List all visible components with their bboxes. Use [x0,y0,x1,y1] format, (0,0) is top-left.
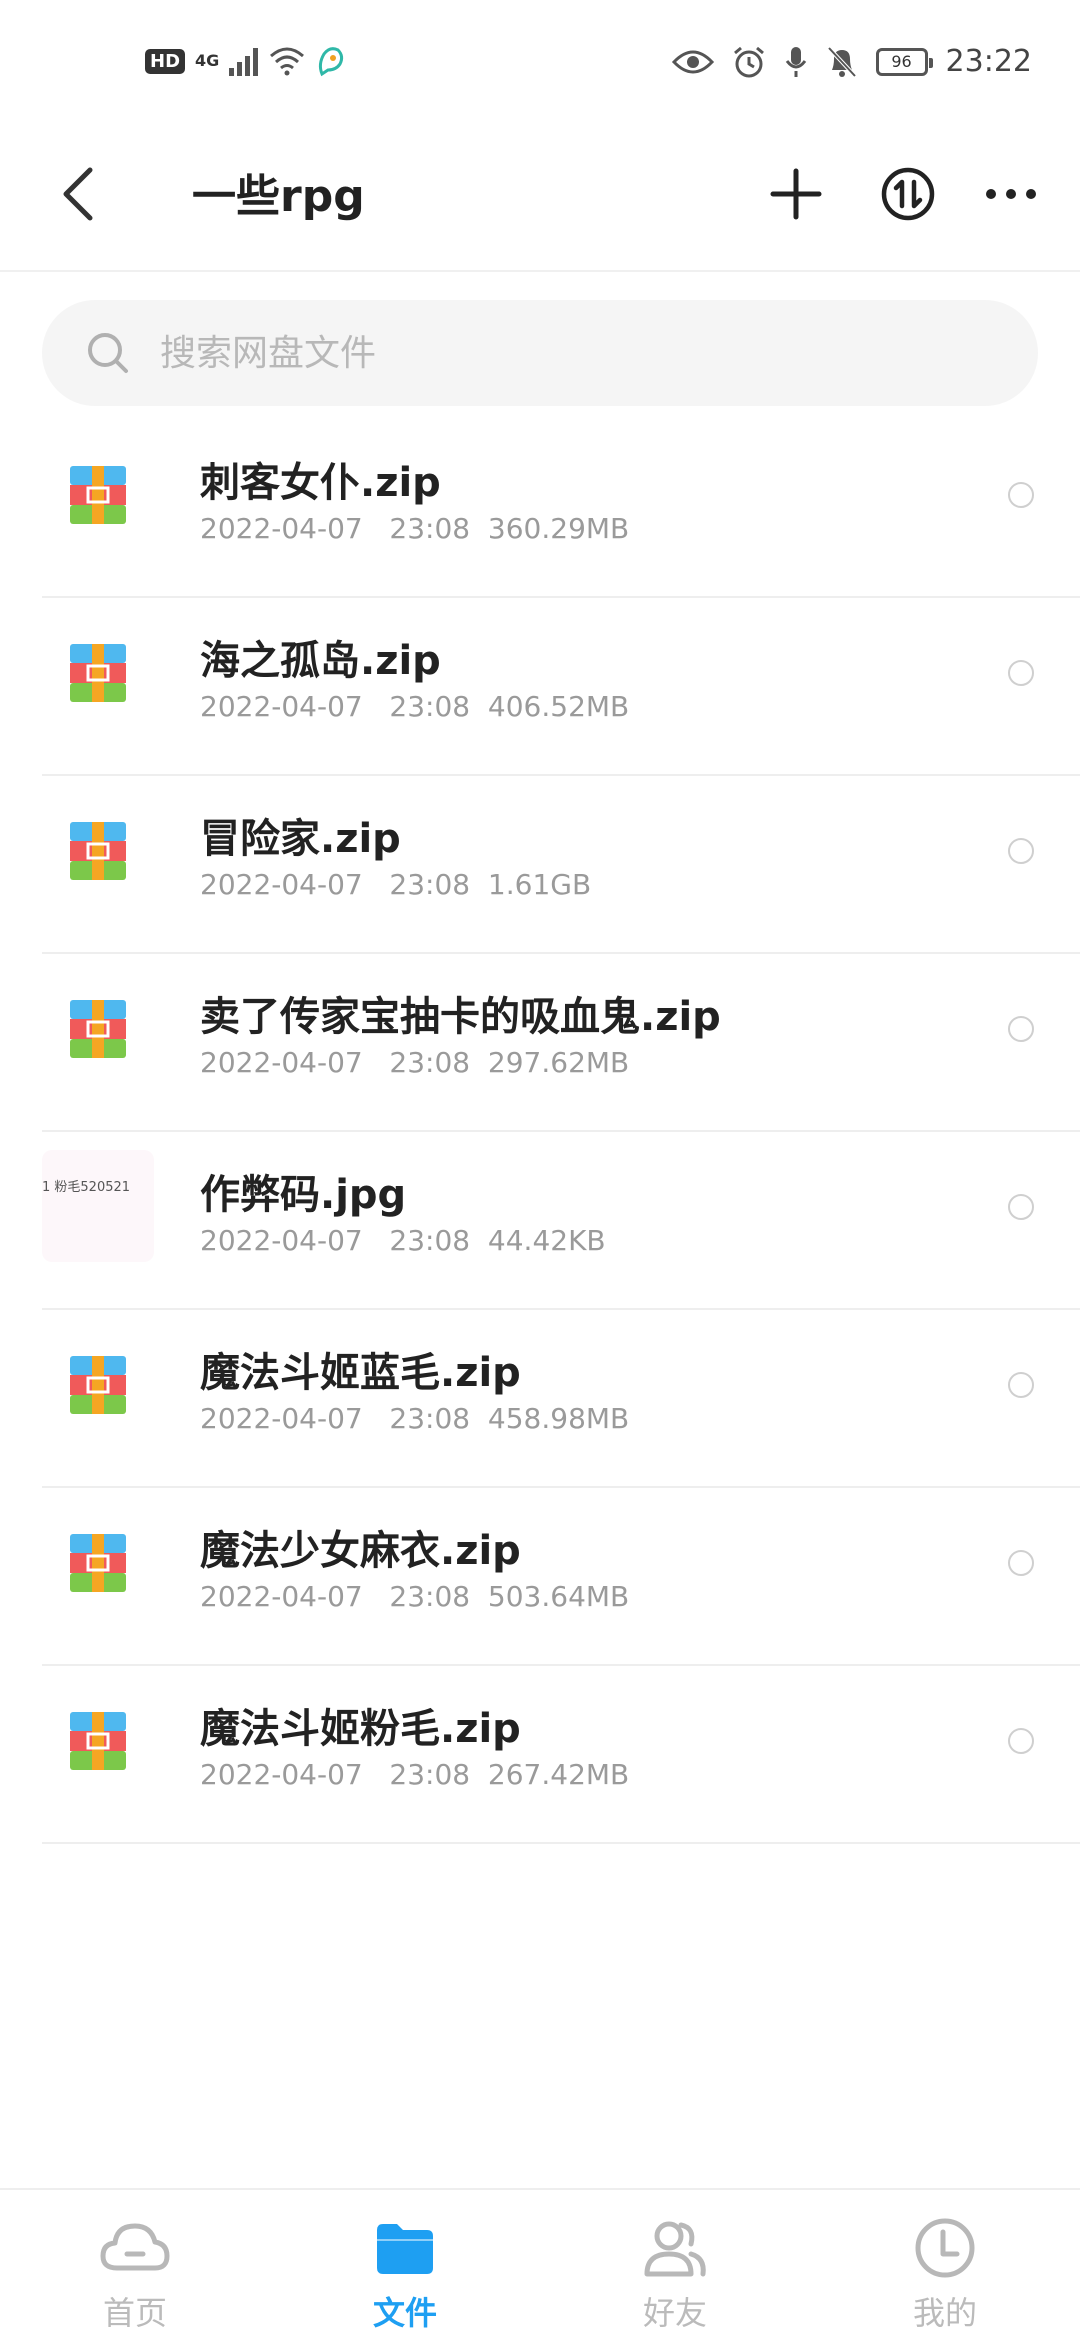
search-bar[interactable] [42,300,1038,406]
sort-button[interactable] [872,158,944,230]
eye-icon [671,50,714,73]
back-button[interactable] [50,158,110,228]
file-meta: 2022-04-07 23:08 458.98MB [200,1402,630,1435]
file-row[interactable]: 魔法斗姬粉毛.zip 2022-04-07 23:08 267.42MB [42,1666,1080,1844]
status-right: 96 23:22 [671,44,1032,79]
mute-bell-icon [827,46,856,77]
zip-archive-icon [70,1712,126,1770]
page-title: 一些rpg [192,171,365,222]
select-radio[interactable] [1008,1372,1034,1398]
file-row[interactable]: 1 粉毛520521 作弊码.jpg 2022-04-07 23:08 44.42K… [42,1132,1080,1310]
file-name: 海之孤岛.zip [200,638,441,684]
top-bar: 一些rpg [0,130,1080,272]
file-meta: 2022-04-07 23:08 406.52MB [200,690,630,723]
folder-icon [377,2224,433,2274]
cloud-icon [100,2223,170,2271]
signal-icon [229,46,259,76]
file-row[interactable]: 刺客女仆.zip 2022-04-07 23:08 360.29MB [42,420,1080,598]
nav-profile-label: 我的 [912,2294,977,2332]
alarm-icon [733,46,764,77]
file-row[interactable]: 冒险家.zip 2022-04-07 23:08 1.61GB [42,776,1080,954]
nav-files-label: 文件 [372,2294,437,2332]
more-dots-icon [986,189,1036,199]
zip-archive-icon [70,1534,126,1592]
file-meta: 2022-04-07 23:08 44.42KB [200,1224,606,1257]
file-name: 作弊码.jpg [200,1172,407,1218]
file-meta: 2022-04-07 23:08 360.29MB [200,512,630,545]
nav-profile[interactable]: 我的 [855,2190,1035,2342]
search-input[interactable] [158,331,962,375]
file-name: 刺客女仆.zip [200,460,441,506]
select-radio[interactable] [1008,660,1034,686]
profile-icon [915,2218,975,2278]
file-row[interactable]: 魔法斗姬蓝毛.zip 2022-04-07 23:08 458.98MB [42,1310,1080,1488]
clock: 23:22 [945,44,1032,79]
thumbnail-text: 1 粉毛520521 [42,1180,131,1195]
zip-archive-icon [70,466,126,524]
select-radio[interactable] [1008,838,1034,864]
bottom-navigation: 首页 文件 好友 我的 [0,2188,1080,2342]
image-thumbnail: 1 粉毛520521 [42,1150,154,1262]
file-meta: 2022-04-07 23:08 297.62MB [200,1046,630,1079]
file-meta: 2022-04-07 23:08 503.64MB [200,1580,630,1613]
nav-friends[interactable]: 好友 [585,2190,765,2342]
select-radio[interactable] [1008,1550,1034,1576]
battery-level: 96 [891,52,912,71]
sort-icon [881,167,935,221]
file-row[interactable]: 海之孤岛.zip 2022-04-07 23:08 406.52MB [42,598,1080,776]
nav-home[interactable]: 首页 [45,2190,225,2342]
wifi-icon [270,47,305,76]
nav-files[interactable]: 文件 [315,2190,495,2342]
file-name: 魔法斗姬粉毛.zip [200,1706,521,1752]
file-list: 刺客女仆.zip 2022-04-07 23:08 360.29MB 海之孤岛.zi… [0,420,1080,1844]
file-meta: 2022-04-07 23:08 1.61GB [200,868,592,901]
file-row[interactable]: 卖了传家宝抽卡的吸血鬼.zip 2022-04-07 23:08 297.62MB [42,954,1080,1132]
zip-archive-icon [70,822,126,880]
file-name: 魔法斗姬蓝毛.zip [200,1350,521,1396]
zip-archive-icon [70,644,126,702]
network-type: 4G [195,51,220,70]
file-name: 魔法少女麻衣.zip [200,1528,521,1574]
mic-icon [785,46,806,77]
notification-app-icon [319,47,344,77]
nav-friends-label: 好友 [642,2294,707,2332]
status-bar: HD 4G 96 23:22 [0,0,1080,130]
hd-badge: HD [145,48,186,74]
zip-archive-icon [70,1000,126,1058]
more-button[interactable] [975,158,1047,230]
nav-home-label: 首页 [102,2294,167,2332]
select-radio[interactable] [1008,1194,1034,1220]
plus-icon [770,168,822,220]
file-row[interactable]: 魔法少女麻衣.zip 2022-04-07 23:08 503.64MB [42,1488,1080,1666]
status-left: HD 4G [145,44,346,78]
file-name: 卖了传家宝抽卡的吸血鬼.zip [200,994,721,1040]
chevron-left-icon [63,167,93,221]
select-radio[interactable] [1008,1728,1034,1754]
file-meta: 2022-04-07 23:08 267.42MB [200,1758,630,1791]
select-radio[interactable] [1008,1016,1034,1042]
zip-archive-icon [70,1356,126,1414]
file-name: 冒险家.zip [200,816,401,862]
select-radio[interactable] [1008,482,1034,508]
add-button[interactable] [760,158,832,230]
friends-icon [644,2221,706,2277]
battery-icon: 96 [875,47,933,76]
search-icon [88,333,128,373]
